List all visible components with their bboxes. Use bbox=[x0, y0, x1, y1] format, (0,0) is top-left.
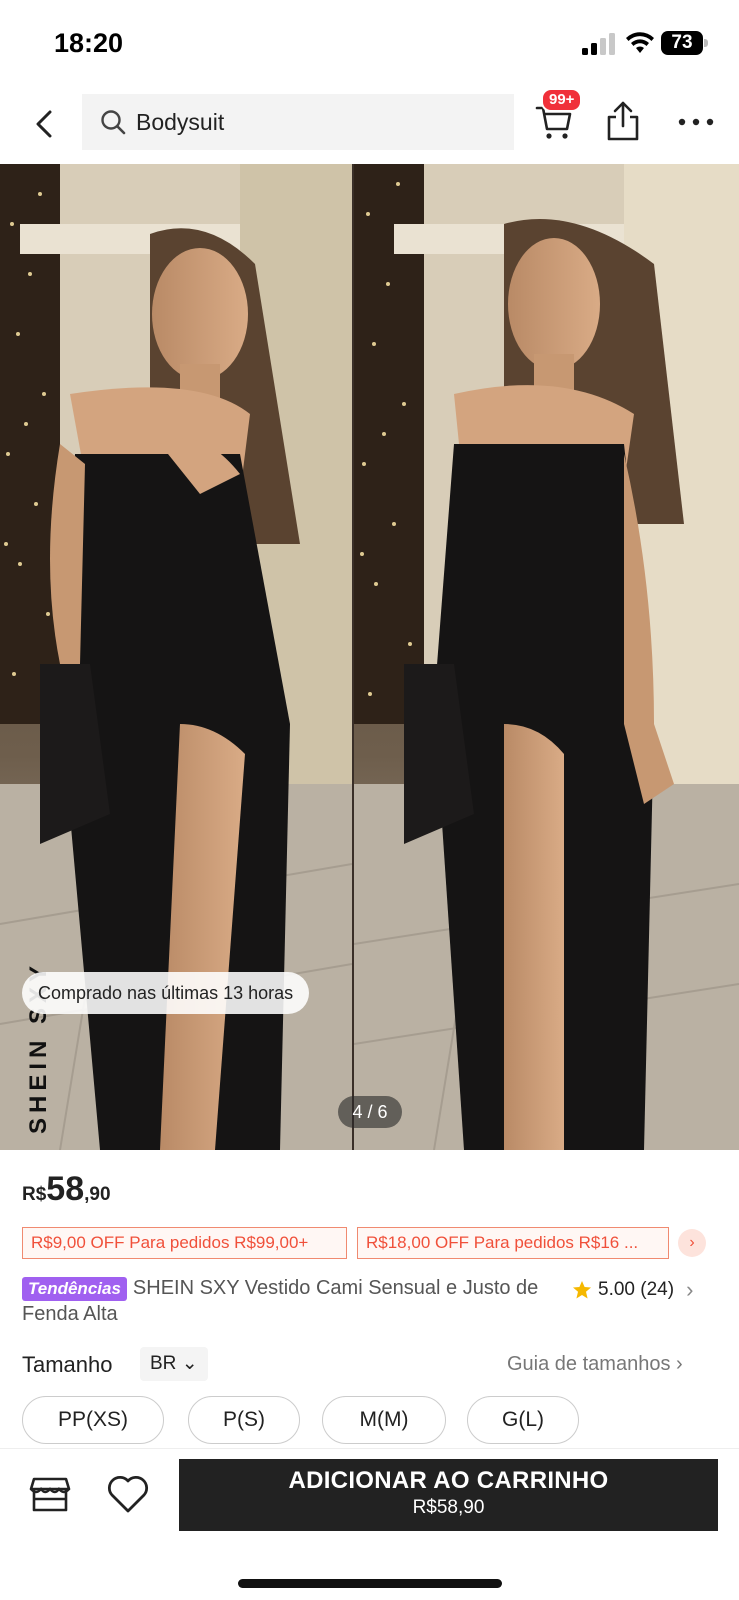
add-to-cart-button[interactable]: ADICIONAR AO CARRINHO R$58,90 bbox=[179, 1459, 718, 1531]
wishlist-heart-icon[interactable] bbox=[106, 1473, 150, 1515]
size-guide-link[interactable]: Guia de tamanhos › bbox=[507, 1353, 683, 1376]
size-option-pp[interactable]: PP(XS) bbox=[22, 1396, 164, 1444]
status-bar: 18:20 73 bbox=[0, 0, 739, 84]
product-image-gallery[interactable]: SHEIN SXY Comprado nas últimas 13 horas … bbox=[0, 164, 739, 1150]
price-decimal: ,90 bbox=[84, 1184, 111, 1205]
recently-bought-tag: Comprado nas últimas 13 horas bbox=[22, 972, 310, 1014]
add-to-cart-price: R$58,90 bbox=[412, 1497, 485, 1518]
top-nav: Bodysuit 99+ bbox=[0, 84, 739, 164]
rating-summary[interactable]: 5.00 (24) › bbox=[572, 1277, 693, 1303]
coupon-2[interactable]: R$18,00 OFF Para pedidos R$16 ... bbox=[357, 1227, 669, 1259]
chevron-down-icon: ⌄ bbox=[181, 1353, 198, 1374]
review-count: (24) bbox=[640, 1279, 675, 1300]
price-integer: 58 bbox=[46, 1170, 85, 1208]
search-bar[interactable]: Bodysuit bbox=[82, 94, 514, 150]
battery-level: 73 bbox=[661, 31, 703, 55]
share-icon[interactable] bbox=[605, 100, 641, 142]
cart-badge: 99+ bbox=[541, 88, 583, 112]
coupon-more-chevron-icon[interactable]: › bbox=[678, 1229, 706, 1257]
search-query: Bodysuit bbox=[136, 108, 225, 135]
coupon-1[interactable]: R$9,00 OFF Para pedidos R$99,00+ bbox=[22, 1227, 347, 1259]
add-to-cart-label: ADICIONAR AO CARRINHO bbox=[288, 1467, 609, 1494]
product-price: R$58,90 bbox=[22, 1170, 111, 1209]
image-counter: 4 / 6 bbox=[338, 1096, 402, 1128]
rating-value: 5.00 bbox=[598, 1279, 635, 1300]
size-region-select[interactable]: BR ⌄ bbox=[140, 1347, 208, 1381]
back-arrow-icon[interactable] bbox=[26, 104, 62, 144]
size-label: Tamanho bbox=[22, 1352, 113, 1377]
product-title-row: Tendências SHEIN SXY Vestido Cami Sensual… bbox=[22, 1275, 542, 1327]
product-photo-side bbox=[354, 164, 739, 1150]
home-indicator bbox=[238, 1579, 502, 1588]
size-option-p[interactable]: P(S) bbox=[188, 1396, 300, 1444]
battery-icon: 73 bbox=[661, 31, 709, 55]
price-currency: R$ bbox=[22, 1184, 47, 1205]
bottom-action-bar: ADICIONAR AO CARRINHO R$58,90 bbox=[0, 1448, 739, 1600]
more-options-icon[interactable] bbox=[676, 114, 716, 130]
size-option-m[interactable]: M(M) bbox=[322, 1396, 446, 1444]
star-icon bbox=[573, 1281, 591, 1299]
search-icon bbox=[101, 110, 126, 135]
cellular-signal-icon bbox=[582, 33, 615, 55]
size-option-g[interactable]: G(L) bbox=[467, 1396, 579, 1444]
trend-badge: Tendências bbox=[22, 1277, 127, 1301]
store-icon[interactable] bbox=[28, 1471, 72, 1515]
wifi-icon bbox=[626, 32, 654, 53]
status-time: 18:20 bbox=[54, 28, 124, 58]
chevron-right-icon: › bbox=[686, 1277, 694, 1302]
size-region-value: BR bbox=[150, 1353, 177, 1374]
